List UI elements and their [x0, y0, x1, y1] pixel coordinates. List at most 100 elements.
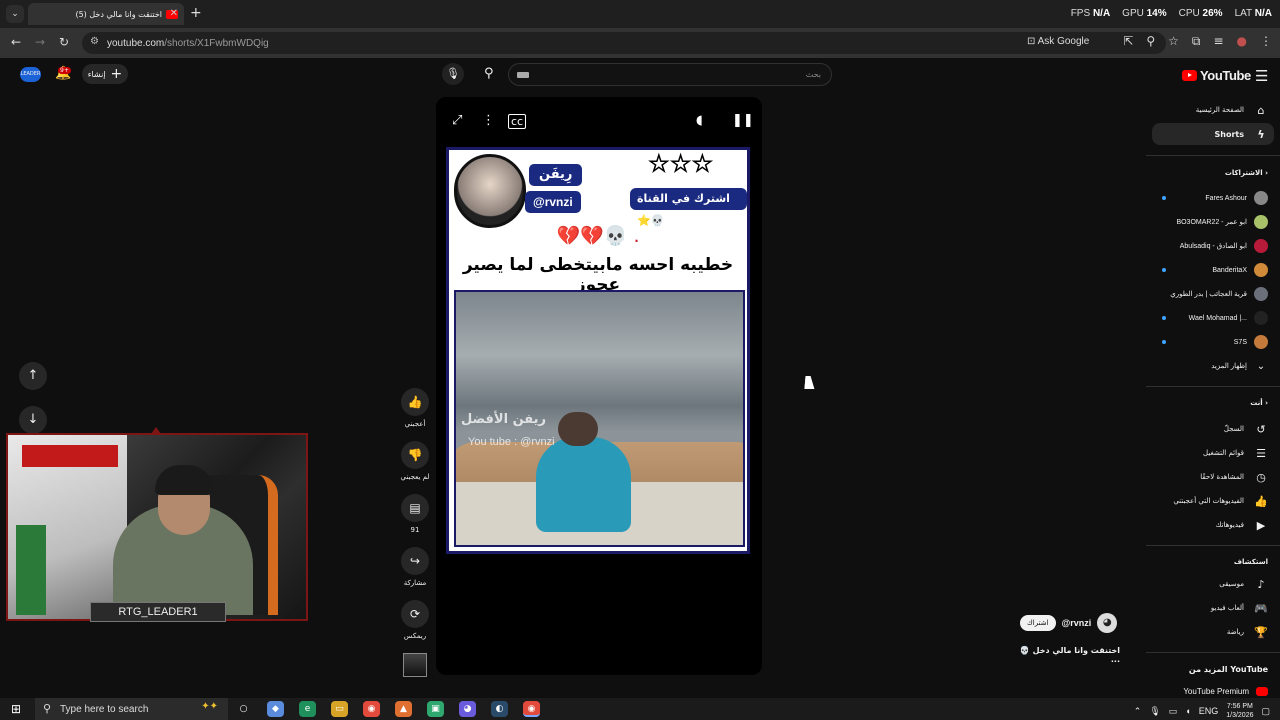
- subscription-item[interactable]: Fares Ashour: [1150, 187, 1272, 209]
- subscription-item[interactable]: Wael Mohamad |...: [1150, 307, 1272, 329]
- back-button[interactable]: ←: [11, 35, 21, 49]
- url-host: youtube.com: [107, 37, 165, 49]
- new-tab-button[interactable]: +: [190, 5, 202, 21]
- chrome-icon[interactable]: ◉: [363, 701, 380, 717]
- show-more-button[interactable]: إظهار المزيد ⌄: [1150, 355, 1272, 377]
- sidebar-item-gaming[interactable]: ألعاب فيديو 🎮: [1152, 597, 1274, 619]
- language-indicator[interactable]: ENG: [1199, 706, 1219, 716]
- profile-avatar-icon[interactable]: ●: [1237, 34, 1247, 49]
- like-icon[interactable]: 👍: [401, 388, 429, 416]
- liked-icon: 👍: [1254, 494, 1268, 508]
- subscription-item[interactable]: S7S: [1150, 331, 1272, 353]
- sidebar-item-your-videos[interactable]: فيديوهاتك ▶: [1152, 514, 1274, 536]
- site-info-icon[interactable]: ⚙: [90, 36, 99, 47]
- sidebar-item-sports[interactable]: رياضة 🏆: [1152, 621, 1274, 643]
- app-icon[interactable]: ▣: [427, 701, 444, 717]
- subscription-item[interactable]: Abulsadiq - ابو الصادق: [1150, 235, 1272, 257]
- share-action[interactable]: ↪ مشاركة: [400, 547, 430, 587]
- steam-icon[interactable]: ◐: [491, 701, 508, 717]
- microphone-icon[interactable]: 🎙: [1149, 706, 1160, 717]
- rider-life-vest: [536, 437, 631, 532]
- fullscreen-icon[interactable]: ⤢: [452, 113, 462, 128]
- subscription-item[interactable]: BanderitaX: [1150, 259, 1272, 281]
- address-bar[interactable]: ⚙ youtube.com/shorts/X1FwbmWDQig: [82, 32, 1166, 54]
- remix-icon[interactable]: ⟳: [401, 600, 429, 628]
- reload-button[interactable]: ↻: [59, 35, 69, 49]
- network-icon[interactable]: ▭: [1169, 706, 1178, 717]
- previous-short-button[interactable]: ↑: [19, 362, 47, 390]
- share-icon[interactable]: ⇱: [1123, 34, 1133, 49]
- keyboard-icon[interactable]: [517, 72, 529, 78]
- comments-action[interactable]: ▤ 91: [400, 494, 430, 534]
- subscriptions-header[interactable]: الاشتراكات ›: [1225, 169, 1268, 177]
- subscription-item[interactable]: قرية العجائب | بدر الطوري: [1150, 283, 1272, 305]
- tray-overflow-icon[interactable]: ⌃: [1134, 706, 1142, 717]
- sidebar-item-music[interactable]: موسيقى ♪: [1152, 573, 1274, 595]
- create-button[interactable]: إنشاء +: [82, 64, 128, 84]
- pause-icon[interactable]: ❚❚: [732, 113, 754, 128]
- edge-icon[interactable]: e: [299, 701, 316, 717]
- file-explorer-icon[interactable]: ▭: [331, 701, 348, 717]
- subscription-item[interactable]: BO3OMAR22 - ابو عمر: [1150, 211, 1272, 233]
- search-input[interactable]: بحث: [508, 63, 832, 86]
- remix-action[interactable]: ⟳ ريمكس: [400, 600, 430, 640]
- share-arrow-icon[interactable]: ↪: [401, 547, 429, 575]
- you-header[interactable]: أنت ›: [1250, 399, 1268, 407]
- volume-icon[interactable]: ◖: [1185, 706, 1190, 716]
- clock-date: 1/3/2026: [1226, 712, 1254, 719]
- new-content-dot: [1162, 196, 1166, 200]
- sidebar-item-home[interactable]: الصفحة الرئيسية ⌂: [1152, 99, 1274, 121]
- sidebar-item-playlists[interactable]: قوائم التشغيل ☰: [1152, 442, 1274, 464]
- browser-tab-active[interactable]: اختنقت وانا مالي دخل (5) ✕: [28, 3, 184, 25]
- comment-icon[interactable]: ▤: [401, 494, 429, 522]
- channel-handle[interactable]: @rvnzi: [1062, 618, 1092, 628]
- tab-close-icon[interactable]: ✕: [170, 8, 178, 19]
- url-path: /shorts/X1FwbmWDQig: [164, 37, 269, 49]
- taskbar-clock[interactable]: 7:56 PM 1/3/2026: [1226, 702, 1253, 720]
- browser-menu-icon[interactable]: ⋮: [1260, 34, 1272, 49]
- taskbar-search-input[interactable]: ⚲ Type here to search ✦✦: [35, 698, 228, 720]
- copilot-icon[interactable]: ◆: [267, 701, 284, 717]
- ask-google-button[interactable]: ⊡ Ask Google: [1027, 36, 1089, 47]
- tab-search-menu[interactable]: ⌄: [6, 5, 24, 23]
- extensions-icon[interactable]: ⧉: [1192, 34, 1201, 49]
- media-control-icon[interactable]: ≡: [1213, 34, 1223, 49]
- youtube-logo[interactable]: YouTube: [1182, 68, 1251, 83]
- voice-search-icon[interactable]: 🎙: [442, 63, 464, 85]
- sidebar-item-watch-later[interactable]: المشاهدة لاحقًا ◷: [1152, 466, 1274, 488]
- task-view-icon[interactable]: ○: [235, 701, 252, 717]
- dislike-icon[interactable]: 👎: [401, 441, 429, 469]
- next-short-button[interactable]: ↓: [19, 406, 47, 434]
- your-videos-icon: ▶: [1256, 518, 1266, 532]
- bookmark-star-icon[interactable]: ☆: [1168, 34, 1179, 49]
- short-title[interactable]: اختنقت وانا مالي دخل 💀 ...: [1012, 646, 1120, 664]
- player-more-icon[interactable]: ⋮: [482, 113, 495, 128]
- sidebar-item-history[interactable]: السجلّ ↺: [1152, 418, 1274, 440]
- zoom-icon[interactable]: ⚲: [1146, 34, 1155, 49]
- explore-header: استكشاف: [1233, 558, 1268, 566]
- search-icon[interactable]: ⚲: [484, 66, 494, 81]
- shorts-player[interactable]: ⤢ ⋮ cc ◖ ❚❚ رِيفَن @rvnzi ★★★ اشترك في ا…: [436, 97, 762, 675]
- discord-icon[interactable]: ◕: [459, 701, 476, 717]
- sound-thumbnail[interactable]: [400, 653, 430, 677]
- captions-icon[interactable]: cc: [508, 114, 527, 129]
- vlc-icon[interactable]: ▲: [395, 701, 412, 717]
- guide-menu-icon[interactable]: ☰: [1255, 67, 1268, 85]
- like-action[interactable]: 👍 أعجبني: [400, 388, 430, 428]
- windows-start-icon[interactable]: ⊞: [11, 702, 21, 716]
- chevron-right-icon: ›: [1265, 169, 1268, 177]
- sidebar-item-liked[interactable]: الفيديوهات التي أعجبتني 👍: [1152, 490, 1274, 512]
- channel-avatar: [1254, 215, 1268, 229]
- google-lens-icon: ⊡: [1027, 36, 1036, 47]
- dislike-action[interactable]: 👎 لم يعجبني: [400, 441, 430, 481]
- sound-thumbnail-image: [403, 653, 427, 677]
- subscribe-button[interactable]: اشتراك: [1020, 615, 1056, 631]
- chrome-active-icon[interactable]: ◉: [523, 701, 540, 717]
- emoji-row: 💔💔💀 .: [556, 225, 640, 247]
- volume-icon[interactable]: ◖: [696, 113, 703, 128]
- channel-avatar[interactable]: ◕: [1097, 613, 1118, 633]
- sidebar-item-shorts[interactable]: Shorts ϟ: [1152, 123, 1274, 145]
- account-avatar[interactable]: LEADER: [20, 67, 41, 82]
- forward-button[interactable]: →: [35, 35, 45, 49]
- notification-center-icon[interactable]: ▢: [1261, 706, 1270, 717]
